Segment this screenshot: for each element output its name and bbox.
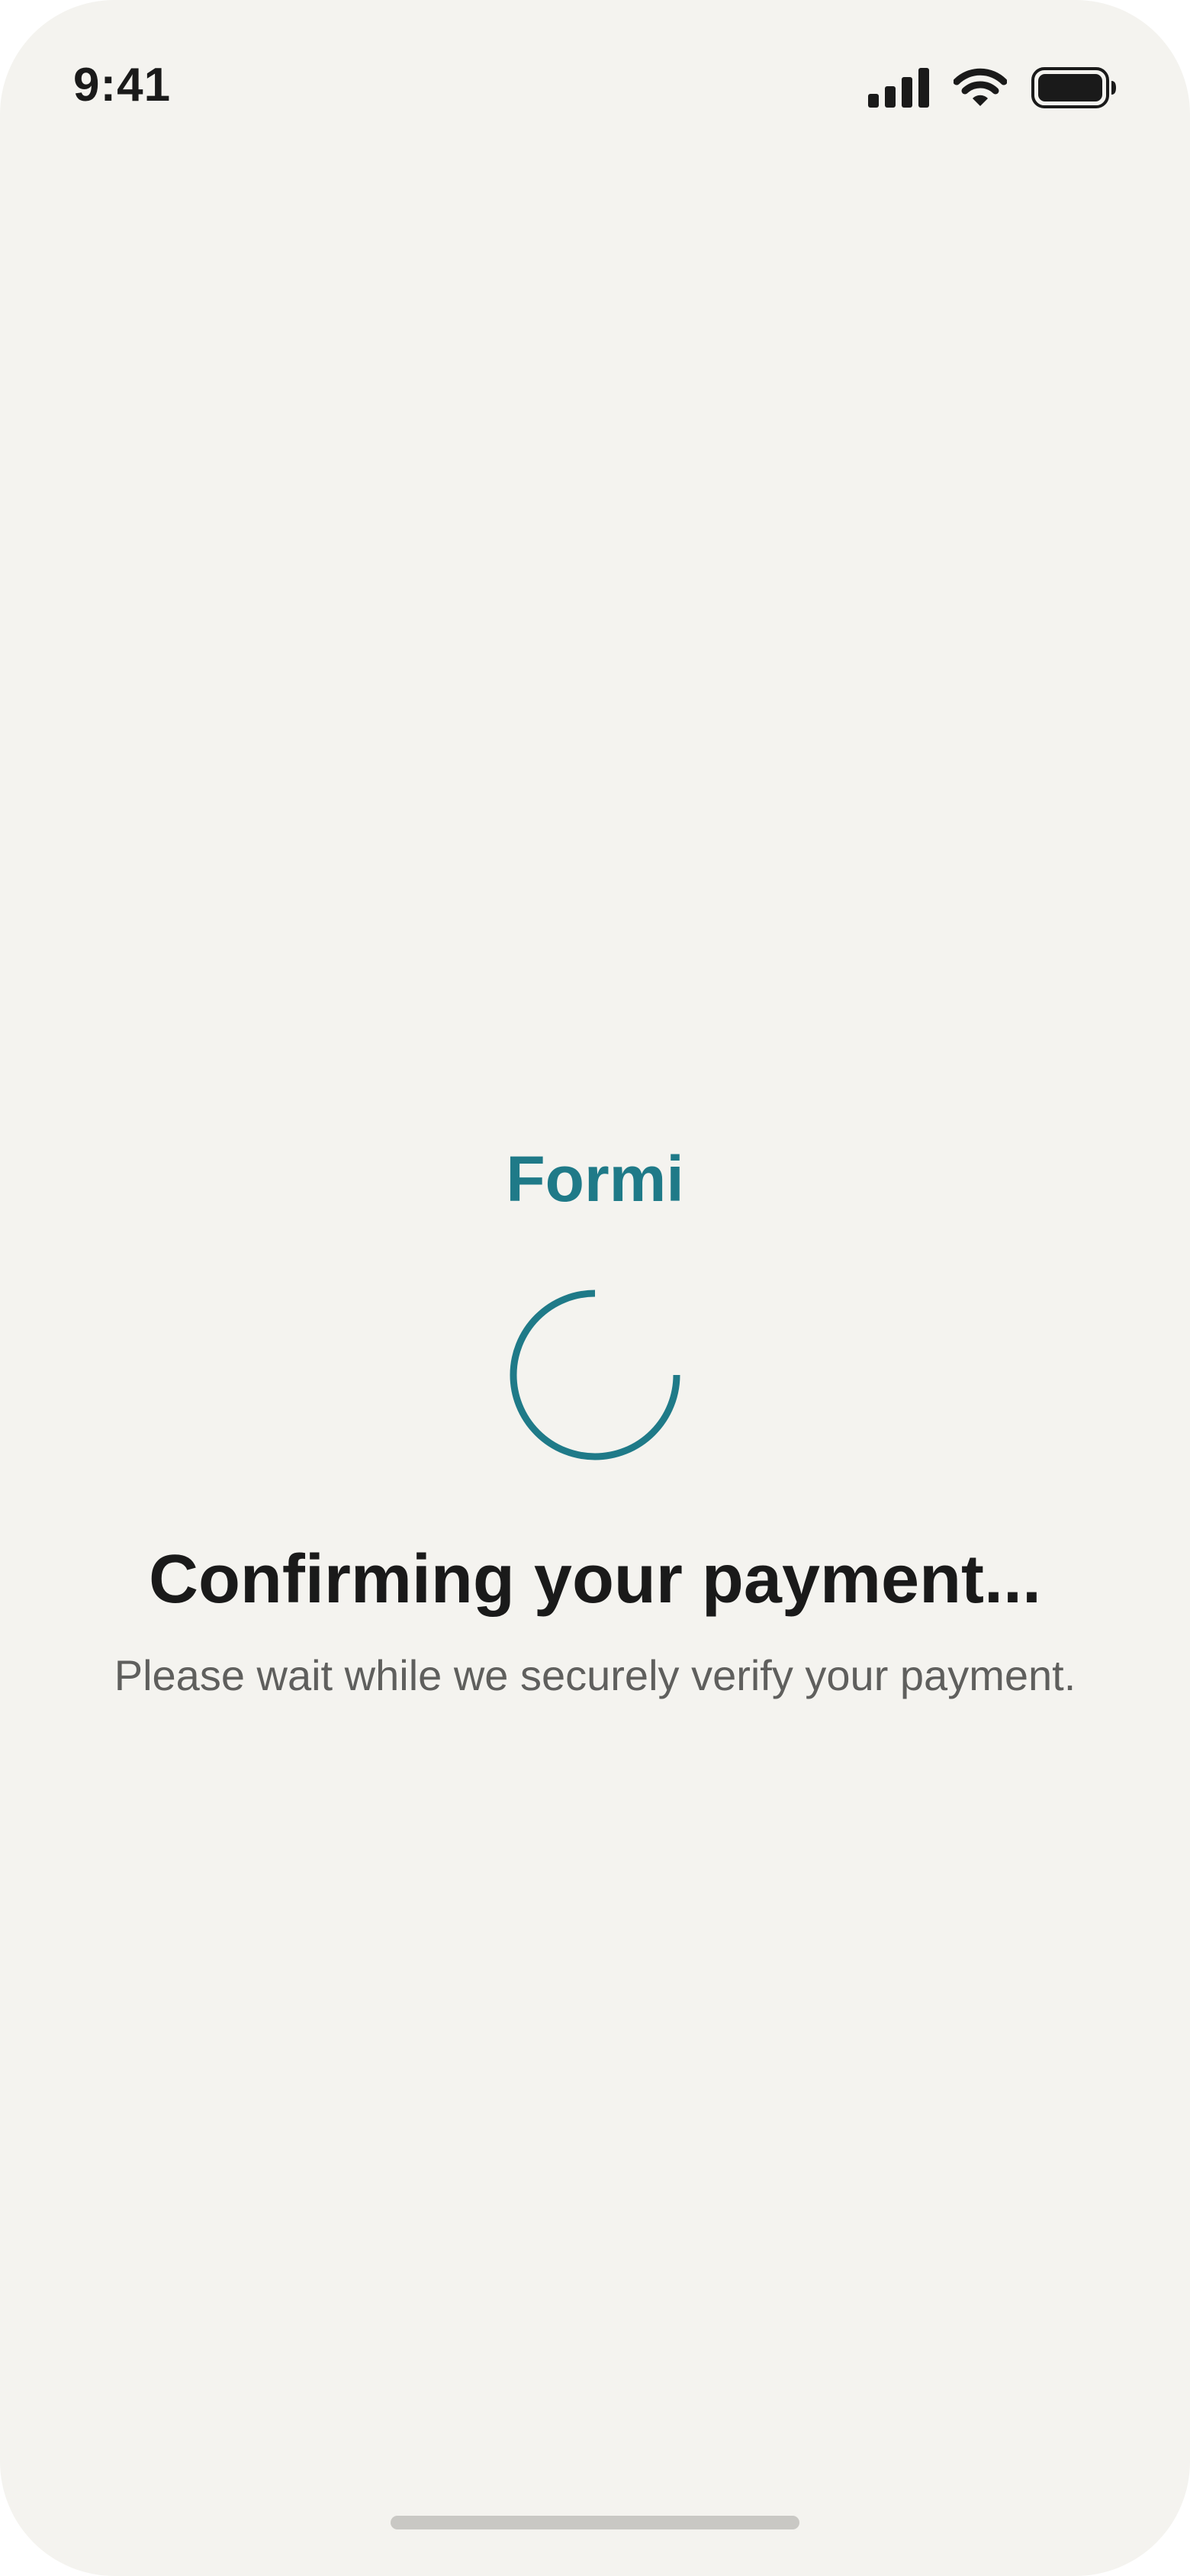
payment-confirmation-screen: Formi Confirming your payment... Please … [0, 0, 1190, 2576]
brand-logo: Formi [506, 1143, 684, 1215]
status-headline: Confirming your payment... [148, 1541, 1042, 1618]
loading-spinner-icon [507, 1287, 683, 1463]
phone-screen: 9:41 Formi Confirming your payment... Pl… [0, 0, 1190, 2576]
home-indicator[interactable] [391, 2516, 799, 2529]
status-subtext: Please wait while we securely verify you… [114, 1651, 1076, 1699]
